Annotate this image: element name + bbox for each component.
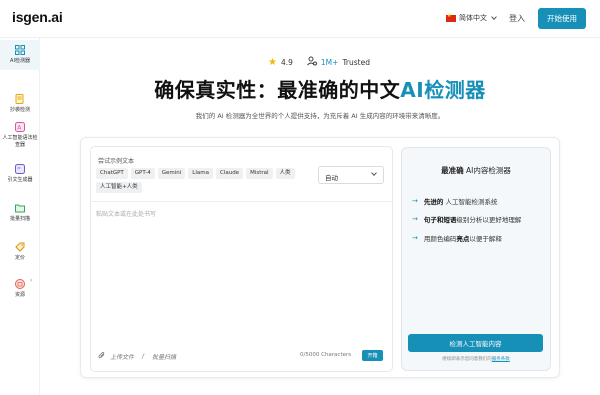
feature-text: 级别分析以更好地理解: [456, 216, 522, 224]
page-title: 确保真实性：最准确的中文AI检测器: [0, 74, 600, 103]
sample-chip[interactable]: GPT-4: [130, 168, 155, 179]
sample-text-label: 尝试示例文本: [98, 158, 135, 165]
editor-actions: 上传文件 / 批量扫描: [98, 351, 176, 362]
chevron-down-icon: [491, 14, 497, 20]
logo[interactable]: isgen.ai: [12, 9, 63, 25]
grid-icon: [14, 44, 26, 56]
sidebar-item-citation[interactable]: “ 引文生成器: [0, 159, 40, 184]
page-title-main: 确保真实性：最准确的中文: [154, 78, 401, 102]
upload-file-link[interactable]: 上传文件: [110, 352, 134, 361]
quote-icon: “: [14, 163, 26, 175]
sample-chip[interactable]: ChatGPT: [96, 168, 128, 179]
arrow-right-icon: →: [412, 215, 418, 223]
china-flag-icon: [446, 13, 456, 22]
panel-title: 最准确 AI内容检测器: [401, 165, 551, 176]
trusted-label: Trusted: [342, 57, 370, 67]
mode-value: 自动: [325, 174, 338, 182]
sample-chip[interactable]: 人类: [275, 168, 295, 179]
top-header: isgen.ai 简体中文 登入 开始使用: [0, 0, 600, 38]
sample-chip[interactable]: Gemini: [157, 168, 186, 179]
text-input-placeholder[interactable]: 粘贴文本或在此处书写: [96, 209, 156, 218]
sidebar-item-label: AI检测器: [10, 58, 30, 64]
language-label: 简体中文: [459, 14, 487, 22]
paperclip-icon: [98, 351, 106, 362]
sidebar-item-label: 定价: [14, 255, 25, 261]
tag-icon: [14, 241, 26, 253]
feature-item: → 先进的 人工智能检测系统: [412, 196, 497, 206]
mode-select[interactable]: 自动: [318, 166, 384, 184]
sidebar-item-resources[interactable]: 资源 ›: [0, 274, 40, 299]
chevron-right-icon: ›: [30, 277, 33, 284]
sidebar-item-ai-detector[interactable]: AI检测器: [0, 40, 40, 70]
book-icon: [14, 278, 26, 290]
page-title-accent: AI检测器: [400, 78, 486, 102]
separator: /: [142, 353, 145, 360]
rating-value: 4.9: [280, 57, 293, 67]
sidebar-item-label: 人工智能语法检查器: [2, 135, 38, 148]
users-icon: [307, 56, 317, 68]
rating-bar: ★ 4.9 1M+ Trusted: [268, 56, 370, 68]
trusted-count: 1M+: [320, 57, 339, 67]
sample-chip[interactable]: Mistral: [246, 168, 273, 179]
feature-item: → 句子和短语级别分析以更好地理解: [412, 214, 521, 224]
terms-notice: 继续即表示您同意我们的服务条款: [401, 356, 551, 362]
feature-bold: 先进的: [423, 198, 444, 206]
sidebar-item-label: 资源: [14, 292, 25, 298]
panel-title-rest: AI内容检测器: [463, 166, 511, 175]
sidebar-item-grammar[interactable]: A 人工智能语法检查器: [0, 117, 40, 149]
sidebar-item-bulk-scan[interactable]: 批量扫描: [0, 198, 40, 223]
star-icon: ★: [268, 56, 277, 68]
divider: [90, 201, 393, 202]
feature-text: 以便于解释: [469, 235, 502, 243]
sample-chips: ChatGPT GPT-4 Gemini Llama Claude Mistra…: [96, 168, 306, 193]
chevron-down-icon: [371, 170, 377, 176]
feature-bold: 句子和短语: [423, 216, 457, 224]
feature-text: 人工智能检测系统: [445, 198, 498, 206]
bulk-scan-link[interactable]: 批量扫描: [152, 352, 176, 361]
terms-text: 继续即表示您同意我们的: [442, 357, 492, 362]
feature-item: → 用颜色编码亮点以便于解释: [412, 233, 502, 243]
feature-bold: 亮点: [456, 235, 470, 243]
sidebar-item-label: 批量扫描: [9, 216, 30, 222]
get-started-button[interactable]: 开始使用: [538, 8, 586, 29]
login-link[interactable]: 登入: [509, 13, 525, 24]
panel-title-bold: 最准确: [441, 166, 464, 175]
feature-text: 用颜色编码: [423, 235, 457, 243]
character-counter: 0/5000 Characters: [300, 352, 352, 358]
svg-text:“: “: [17, 166, 21, 174]
detect-ai-content-button[interactable]: 检测人工智能内容: [408, 334, 543, 352]
folder-icon: [14, 202, 26, 214]
submit-button[interactable]: 开箱: [362, 350, 383, 361]
arrow-right-icon: →: [412, 197, 418, 205]
sidebar-item-label: 引文生成器: [7, 177, 33, 183]
sidebar-item-label: 抄袭检测: [9, 107, 30, 113]
sample-chip[interactable]: Llama: [188, 168, 213, 179]
page-subtitle: 我们的 AI 检测器为全世界的个人提供支持，为充斥着 AI 生成内容的环境带来清…: [195, 112, 445, 120]
sample-chip[interactable]: 人工智能+人类: [96, 182, 142, 193]
grammar-icon: A: [14, 121, 26, 133]
sample-chip[interactable]: Claude: [215, 168, 244, 179]
sidebar-item-pricing[interactable]: 定价: [0, 237, 40, 262]
language-selector[interactable]: 简体中文: [446, 13, 497, 23]
terms-link[interactable]: 服务条款: [492, 357, 510, 362]
arrow-right-icon: →: [412, 234, 418, 242]
